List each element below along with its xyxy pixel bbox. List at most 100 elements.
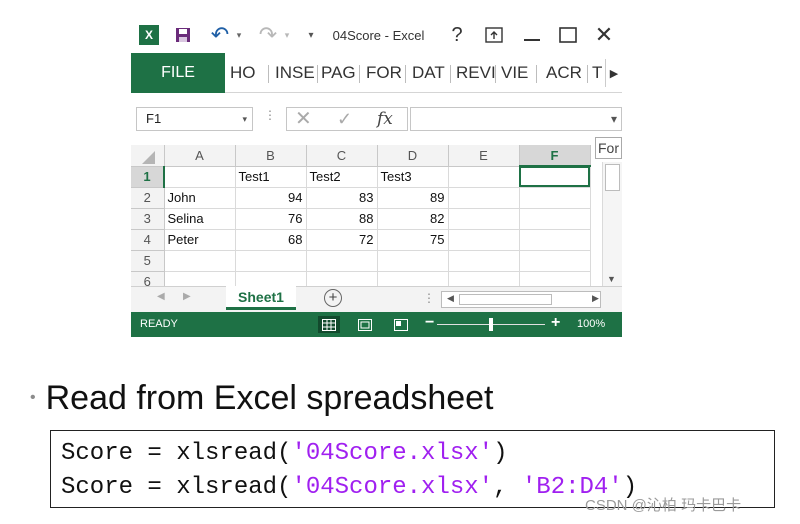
column-header-a[interactable]: A [164, 145, 236, 167]
sheet-tab-bar: ◀ ▶ Sheet1 + ⋮ ◀ ▶ [131, 286, 622, 312]
cell-c5[interactable] [306, 250, 378, 272]
next-sheet-icon[interactable]: ▶ [183, 291, 191, 302]
horizontal-scrollbar[interactable]: ◀ ▶ [441, 291, 601, 308]
customize-toolbar-icon[interactable]: ▾ [305, 17, 317, 53]
cancel-icon[interactable]: ✕ [295, 108, 312, 130]
column-header-c[interactable]: C [306, 145, 378, 167]
minimize-icon[interactable] [521, 17, 543, 53]
redo-dropdown-icon[interactable]: ▾ [281, 17, 293, 53]
tab-page-layout[interactable]: PAG [321, 53, 356, 93]
page-layout-view-icon[interactable] [354, 316, 376, 333]
tab-split-handle-icon[interactable]: ⋮ [423, 291, 435, 305]
tab-data[interactable]: DAT [412, 53, 445, 93]
cell-a1[interactable] [164, 166, 236, 188]
sheet-tab-sheet1[interactable]: Sheet1 [226, 286, 296, 310]
cell-d3[interactable]: 82 [377, 208, 449, 230]
cell-f1[interactable] [519, 166, 591, 188]
cell-a3[interactable]: Selina [164, 208, 236, 230]
column-header-f[interactable]: F [519, 145, 591, 167]
row-header-1[interactable]: 1 [131, 166, 165, 188]
column-header-d[interactable]: D [377, 145, 449, 167]
expand-formula-bar-icon[interactable]: ▾ [611, 112, 617, 126]
cell-d5[interactable] [377, 250, 449, 272]
cell-b1[interactable]: Test1 [235, 166, 307, 188]
cell-c2[interactable]: 83 [306, 187, 378, 209]
cell-f3[interactable] [519, 208, 591, 230]
cell-e2[interactable] [448, 187, 520, 209]
column-header-e[interactable]: E [448, 145, 520, 167]
close-icon[interactable]: ✕ [593, 17, 615, 53]
add-sheet-icon[interactable]: + [324, 289, 342, 307]
scroll-down-icon[interactable]: ▼ [607, 274, 616, 284]
column-header-b[interactable]: B [235, 145, 307, 167]
zoom-slider-thumb[interactable] [489, 318, 493, 331]
tab-home[interactable]: HO [230, 53, 256, 93]
horizontal-scroll-thumb[interactable] [459, 294, 552, 305]
cell-c4[interactable]: 72 [306, 229, 378, 251]
row-header-2[interactable]: 2 [131, 187, 165, 209]
save-icon[interactable] [173, 17, 193, 53]
help-icon[interactable]: ? [447, 17, 467, 53]
tab-file[interactable]: FILE [131, 53, 225, 93]
cell-d1[interactable]: Test3 [377, 166, 449, 188]
formula-input[interactable]: ▾ [410, 107, 622, 131]
normal-view-icon[interactable] [318, 316, 340, 333]
cell-e3[interactable] [448, 208, 520, 230]
page-break-preview-icon[interactable] [390, 316, 412, 333]
cell-f4[interactable] [519, 229, 591, 251]
cell-e5[interactable] [448, 250, 520, 272]
status-ready: READY [140, 318, 178, 330]
tab-formulas[interactable]: FOR [366, 53, 402, 93]
cell-e1[interactable] [448, 166, 520, 188]
insert-function-icon[interactable]: fx [377, 108, 393, 130]
scroll-left-icon[interactable]: ◀ [447, 293, 454, 304]
cell-c3[interactable]: 88 [306, 208, 378, 230]
code-text: Score = xlsread( [61, 440, 292, 467]
cell-b4[interactable]: 68 [235, 229, 307, 251]
cell-a2[interactable]: John [164, 187, 236, 209]
scroll-right-icon[interactable]: ▶ [592, 293, 599, 304]
tab-team[interactable]: T [592, 53, 602, 93]
cell-a5[interactable] [164, 250, 236, 272]
redo-icon[interactable]: ↷ [257, 17, 279, 53]
cell-e4[interactable] [448, 229, 520, 251]
previous-sheet-icon[interactable]: ◀ [157, 291, 165, 302]
cell-b3[interactable]: 76 [235, 208, 307, 230]
formula-buttons: ✕ ✓ fx [286, 107, 408, 131]
tab-insert[interactable]: INSE [275, 53, 315, 93]
maximize-icon[interactable] [557, 17, 579, 53]
select-all-button[interactable] [131, 145, 165, 167]
row-header-5[interactable]: 5 [131, 250, 165, 272]
tab-scroll-right-icon[interactable]: ▶ [605, 59, 622, 87]
excel-logo-icon[interactable]: X [139, 25, 159, 45]
formula-bar: F1 ▾ ⋮ ✕ ✓ fx ▾ [131, 94, 622, 134]
row-header-4[interactable]: 4 [131, 229, 165, 251]
ribbon-display-options-icon[interactable] [483, 17, 505, 53]
chevron-down-icon[interactable]: ▾ [242, 108, 247, 130]
undo-dropdown-icon[interactable]: ▾ [233, 17, 245, 53]
vertical-scrollbar[interactable]: ▼ [602, 162, 622, 286]
tab-view[interactable]: VIE [501, 53, 528, 93]
cell-b2[interactable]: 94 [235, 187, 307, 209]
enter-icon[interactable]: ✓ [337, 108, 352, 130]
grid-body: A B C D E F 1 Test1 Test2 Test3 2 John 94 83 89 3… [131, 145, 591, 293]
cell-d4[interactable]: 75 [377, 229, 449, 251]
vertical-scroll-thumb[interactable] [605, 164, 620, 191]
code-text: , [493, 474, 522, 501]
name-box[interactable]: F1 ▾ [136, 107, 253, 131]
cell-a4[interactable]: Peter [164, 229, 236, 251]
cell-b5[interactable] [235, 250, 307, 272]
row-header-3[interactable]: 3 [131, 208, 165, 230]
tab-review[interactable]: REVI [456, 53, 496, 93]
zoom-in-button[interactable]: + [551, 314, 560, 332]
undo-icon[interactable]: ↶ [209, 17, 231, 53]
zoom-level[interactable]: 100% [577, 318, 605, 330]
tab-acrobat[interactable]: ACR [546, 53, 582, 93]
cell-d2[interactable]: 89 [377, 187, 449, 209]
cell-f2[interactable] [519, 187, 591, 209]
formula-bar-resize-icon[interactable]: ⋮ [264, 108, 276, 122]
cell-f5[interactable] [519, 250, 591, 272]
excel-window: X ↶ ▾ ↷ ▾ ▾ 04Score - Excel ? ✕ FILE HO … [131, 17, 622, 337]
cell-c1[interactable]: Test2 [306, 166, 378, 188]
zoom-out-button[interactable]: − [425, 314, 434, 332]
